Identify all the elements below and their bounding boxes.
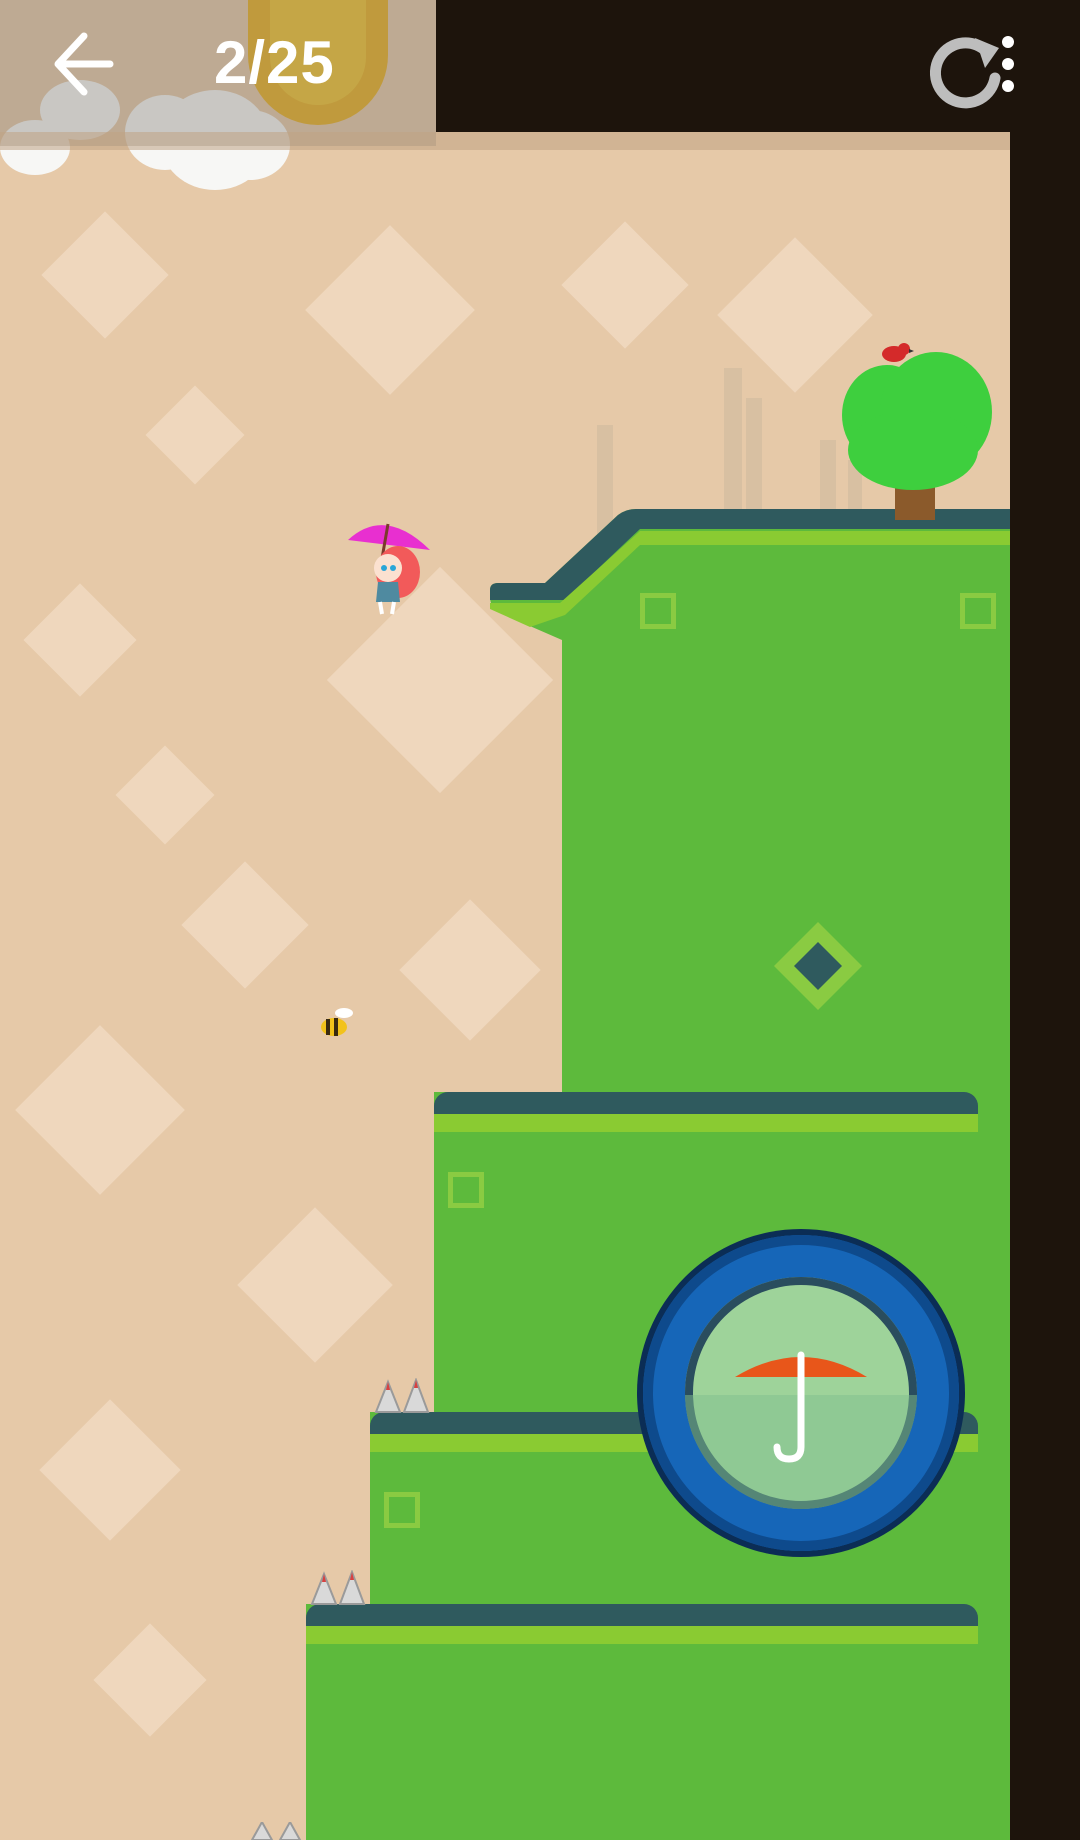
tree-crown	[848, 410, 978, 490]
ceiling-edge	[0, 132, 1010, 150]
menu-button[interactable]	[990, 30, 1026, 100]
ledge-1-top	[434, 1092, 978, 1114]
umbrella-button[interactable]	[643, 1235, 959, 1551]
gem-ornament	[774, 922, 862, 1010]
level-progress: 2/25	[214, 29, 335, 96]
bg-diamond	[41, 211, 169, 339]
bg-diamond	[305, 225, 475, 395]
ledge-3-top	[306, 1604, 978, 1626]
deco-square	[448, 1172, 484, 1208]
back-button[interactable]	[36, 26, 132, 102]
bg-diamond	[15, 1025, 185, 1195]
umbrella-button-face	[685, 1277, 917, 1509]
red-bird	[882, 343, 914, 362]
spikes	[374, 1378, 430, 1413]
vertical-dots-icon	[1002, 36, 1014, 92]
cliff-edge	[978, 1090, 1010, 1840]
deco-square	[960, 593, 996, 629]
game-scene: 2/25	[0, 0, 1080, 1840]
bg-diamond	[561, 221, 689, 349]
bee	[321, 1008, 353, 1036]
bg-diamond	[93, 1623, 207, 1737]
ledge-3-grass	[306, 1626, 978, 1644]
bg-diamond	[115, 745, 215, 845]
bg-diamond	[23, 583, 137, 697]
spikes	[310, 1570, 366, 1605]
bg-pillar	[746, 398, 762, 518]
cave-wall	[1010, 100, 1080, 1840]
bg-diamond	[181, 861, 309, 989]
bg-diamond	[145, 385, 245, 485]
bg-pillar	[724, 368, 742, 518]
ledge-1-grass	[434, 1114, 978, 1132]
deco-square	[640, 593, 676, 629]
arrow-left-icon	[54, 32, 114, 96]
spikes	[250, 1822, 302, 1840]
bg-diamond	[39, 1399, 181, 1541]
bg-diamond	[237, 1207, 393, 1363]
deco-square	[384, 1492, 420, 1528]
umbrella-icon	[685, 1351, 917, 1509]
player-character	[348, 523, 430, 615]
